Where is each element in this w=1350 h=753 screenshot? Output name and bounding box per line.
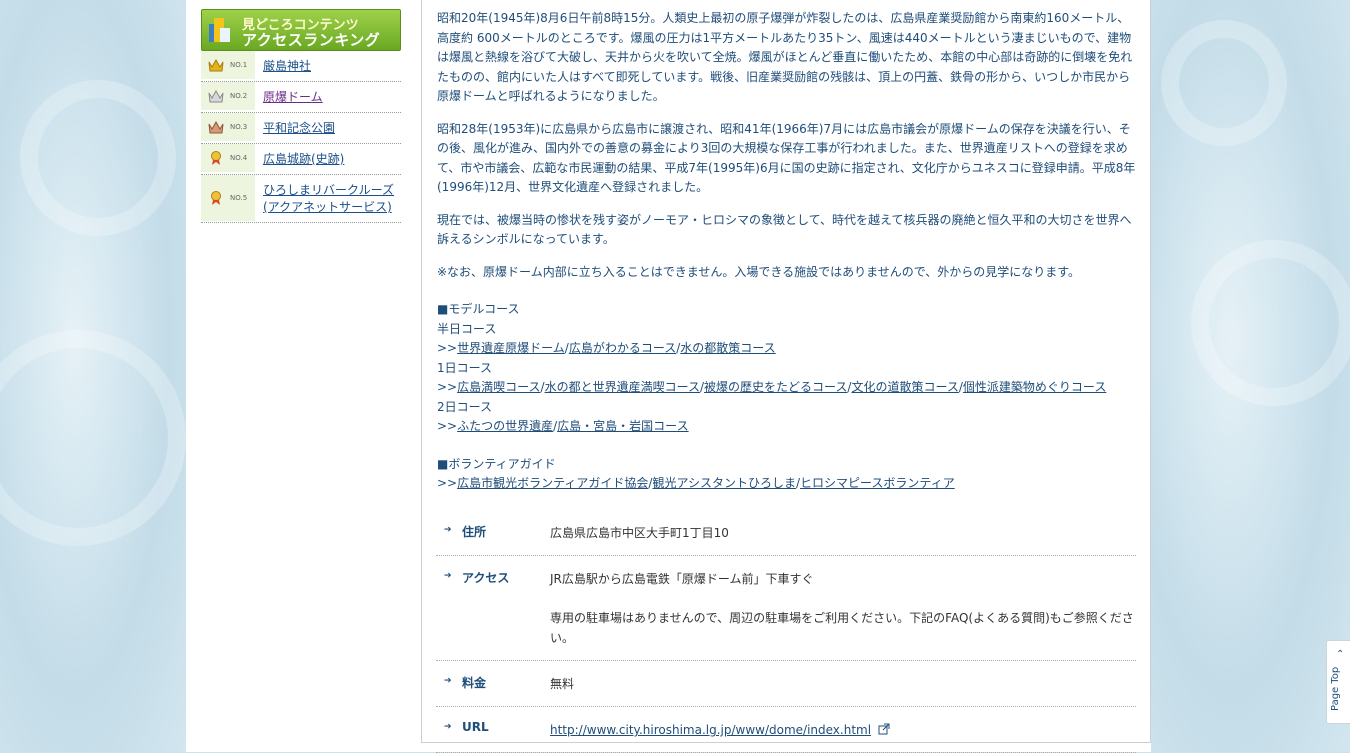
description-paragraph-3: 現在では、被爆当時の惨状を残す姿がノーモア・ヒロシマの象徴として、時代を越えて核… <box>437 212 1132 247</box>
course-link[interactable]: 水の都と世界遺産満喫コース <box>545 380 700 394</box>
ranking-item: NO.3 平和記念公園 <box>201 113 401 144</box>
access-value: JR広島駅から広島電鉄「原爆ドーム前」下車すぐ <box>550 572 814 586</box>
description: 昭和20年(1945年)8月6日午前8時15分。人類史上最初の原子爆弾が炸裂した… <box>437 9 1137 494</box>
course-link[interactable]: 広島満喫コース <box>457 380 540 394</box>
page-top-button[interactable]: ⌃ Page Top <box>1326 640 1350 724</box>
address-label: 住所 <box>462 525 487 539</box>
half-day-links: >>世界遺産原爆ドーム/広島がわかるコース/水の都散策コース <box>437 341 776 355</box>
parking-note: 専用の駐車場はありませんので、周辺の駐車場をご利用ください。下記のFAQ(よくあ… <box>550 611 1134 645</box>
course-link[interactable]: 広島・宮島・岩国コース <box>557 419 688 433</box>
course-link[interactable]: ふたつの世界遺産 <box>457 419 553 433</box>
model-course-title: ■モデルコース <box>437 302 520 316</box>
page-container: 見どころコンテンツ アクセスランキング NO.1 厳島神社 NO.2 原爆ドーム <box>186 0 1151 753</box>
arrow-icon: ➔ <box>444 676 452 686</box>
ranking-item: NO.2 原爆ドーム <box>201 82 401 113</box>
course-link[interactable]: 被爆の歴史をたどるコース <box>704 380 847 394</box>
arrow-icon: ➔ <box>444 571 452 581</box>
volunteer-links: >>広島市観光ボランティアガイド協会/観光アシスタントひろしま/ヒロシマピースボ… <box>437 476 955 490</box>
volunteer-title: ■ボランティアガイド <box>437 456 556 471</box>
page-top-label: Page Top <box>1330 666 1341 711</box>
volunteer-link[interactable]: 観光アシスタントひろしま <box>652 476 796 490</box>
one-day-links: >>広島満喫コース/水の都と世界遺産満喫コース/被爆の歴史をたどるコース/文化の… <box>437 380 1107 394</box>
fee-value: 無料 <box>550 677 575 691</box>
volunteer-link[interactable]: ヒロシマピースボランティア <box>800 476 955 490</box>
ranking-link-5[interactable]: ひろしまリバークルーズ(アクアネットサービス) <box>255 175 399 222</box>
info-row-fee: ➔ 料金 無料 <box>436 661 1136 707</box>
volunteer-section: ■ボランティアガイド >>広島市観光ボランティアガイド協会/観光アシスタントひろ… <box>437 455 1137 494</box>
info-table: ➔ 住所 広島県広島市中区大手町1丁目10 ➔ アクセス JR広島駅から広島電鉄「原… <box>436 510 1136 753</box>
course-link[interactable]: 広島がわかるコース <box>569 341 676 355</box>
background-right <box>1151 0 1350 752</box>
ranking-number: NO.5 <box>230 194 248 202</box>
ranking-header-title: アクセスランキング <box>242 31 381 49</box>
description-note: ※なお、原爆ドーム内部に立ち入ることはできません。入場できる施設ではありませんの… <box>437 264 1081 279</box>
ranking-link-1[interactable]: 厳島神社 <box>255 51 311 81</box>
ranking-item: NO.5 ひろしまリバークルーズ(アクアネットサービス) <box>201 175 401 223</box>
two-day-links: >>ふたつの世界遺産/広島・宮島・岩国コース <box>437 419 689 433</box>
info-row-address: ➔ 住所 広島県広島市中区大手町1丁目10 <box>436 510 1136 556</box>
ranking-number: NO.4 <box>230 154 248 162</box>
description-paragraph-2: 昭和28年(1953年)に広島県から広島市に譲渡され、昭和41年(1966年)7… <box>437 121 1136 195</box>
half-day-label: 半日コース <box>437 321 497 336</box>
silver-crown-icon <box>208 89 224 103</box>
one-day-label: 1日コース <box>437 360 493 375</box>
info-row-access: ➔ アクセス JR広島駅から広島電鉄「原爆ドーム前」下車すぐ 専用の駐車場はありま… <box>436 556 1136 661</box>
ranking-link-2[interactable]: 原爆ドーム <box>255 82 323 112</box>
main-content: 昭和20年(1945年)8月6日午前8時15分。人類史上最初の原子爆弾が炸裂した… <box>421 0 1151 753</box>
course-link[interactable]: 文化の道散策コース <box>851 380 958 394</box>
ranking-list: NO.1 厳島神社 NO.2 原爆ドーム NO.3 平和記念公園 NO.4 広島… <box>201 51 401 223</box>
external-link-icon <box>878 723 890 735</box>
model-course-section: ■モデルコース 半日コース >>世界遺産原爆ドーム/広島がわかるコース/水の都散… <box>437 300 1137 437</box>
ranking-link-3[interactable]: 平和記念公園 <box>255 113 335 143</box>
access-label: アクセス <box>462 571 510 585</box>
arrow-icon: ➔ <box>444 525 452 535</box>
official-site-link[interactable]: http://www.city.hiroshima.lg.jp/www/dome… <box>550 723 871 737</box>
two-day-label: 2日コース <box>437 399 493 414</box>
ranking-item: NO.1 厳島神社 <box>201 51 401 82</box>
ranking-header: 見どころコンテンツ アクセスランキング <box>201 9 401 51</box>
ranking-item: NO.4 広島城跡(史跡) <box>201 144 401 175</box>
gold-crown-icon <box>208 58 224 72</box>
address-value: 広島県広島市中区大手町1丁目10 <box>550 526 729 540</box>
course-link[interactable]: 世界遺産原爆ドーム <box>457 341 565 355</box>
course-link[interactable]: 水の都散策コース <box>680 341 775 355</box>
fee-label: 料金 <box>462 676 487 690</box>
ranking-number: NO.3 <box>230 123 248 131</box>
info-row-url: ➔ URL http://www.city.hiroshima.lg.jp/www… <box>436 707 1136 753</box>
access-ranking-sidebar: 見どころコンテンツ アクセスランキング NO.1 厳島神社 NO.2 原爆ドーム <box>201 9 401 223</box>
arrow-icon: ➔ <box>444 722 452 732</box>
background-left <box>0 0 186 752</box>
bronze-crown-icon <box>208 120 224 134</box>
course-link[interactable]: 個性派建築物めぐりコース <box>963 380 1106 394</box>
ranking-header-icon <box>209 18 230 42</box>
description-paragraph-1: 昭和20年(1945年)8月6日午前8時15分。人類史上最初の原子爆弾が炸裂した… <box>437 11 1133 103</box>
ranking-number: NO.2 <box>230 92 248 100</box>
medal-icon <box>211 191 221 205</box>
ranking-link-4[interactable]: 広島城跡(史跡) <box>255 144 344 174</box>
url-label: URL <box>462 720 489 734</box>
chevron-up-icon: ⌃ <box>1336 649 1345 660</box>
ranking-number: NO.1 <box>230 61 248 69</box>
medal-icon <box>211 151 221 165</box>
volunteer-link[interactable]: 広島市観光ボランティアガイド協会 <box>457 476 648 490</box>
